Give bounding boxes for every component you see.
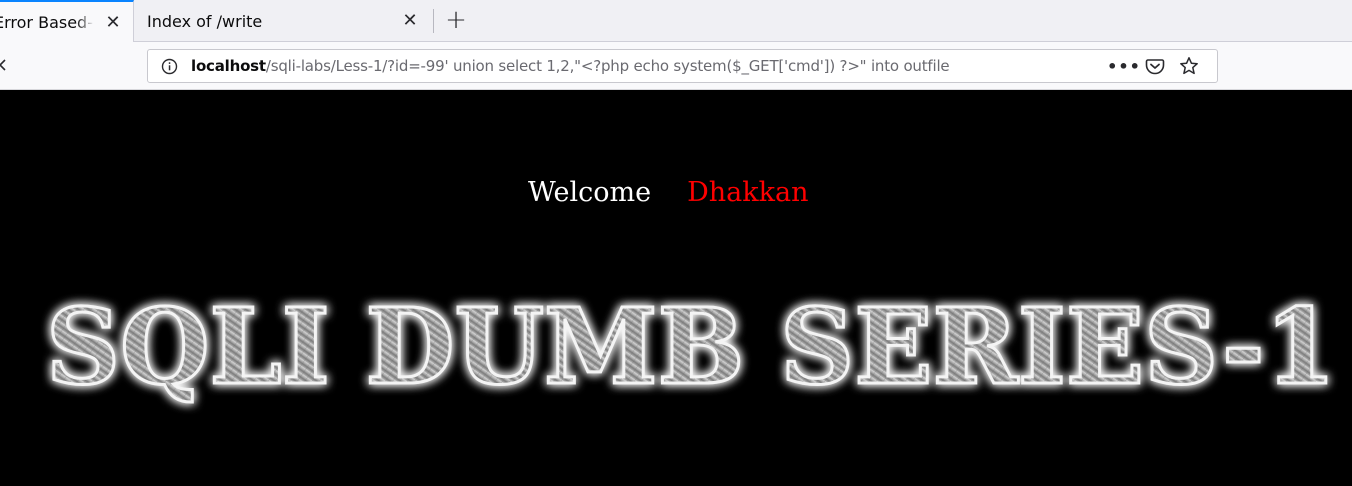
star-icon[interactable] (1177, 54, 1201, 78)
url-text[interactable]: localhost/sqli-labs/Less-1/?id=-99' unio… (191, 50, 1061, 82)
navigation-toolbar: localhost/sqli-labs/Less-1/?id=-99' unio… (0, 42, 1352, 90)
more-actions-icon[interactable]: ••• (1107, 54, 1140, 78)
tab-separator (433, 9, 434, 33)
url-bar[interactable]: localhost/sqli-labs/Less-1/?id=-99' unio… (147, 49, 1218, 83)
tab-label: Error Based- String (0, 12, 94, 32)
tab-error-based[interactable]: Error Based- String ✕ (0, 0, 134, 42)
page-actions: ••• (1107, 54, 1211, 78)
banner-text: SQLI DUMB SERIES-1 (46, 285, 1336, 408)
url-path: /sqli-labs/Less-1/?id=-99' union select … (265, 57, 950, 75)
tab-strip: Error Based- String ✕ Index of /write ✕ … (0, 0, 1352, 42)
tab-label: Index of /write (147, 11, 263, 31)
info-icon[interactable] (160, 57, 179, 76)
close-icon[interactable]: ✕ (399, 9, 421, 31)
username-text: Dhakkan (687, 177, 809, 208)
tab-index-of-write[interactable]: Index of /write ✕ (134, 0, 434, 42)
back-arrow-icon[interactable] (0, 56, 10, 74)
page-content: Welcome Dhakkan SQLI DUMB SERIES-1 (0, 91, 1352, 486)
close-icon[interactable]: ✕ (102, 11, 124, 33)
pocket-icon[interactable] (1143, 54, 1167, 78)
new-tab-button[interactable]: + (442, 5, 470, 35)
url-host: localhost (191, 57, 266, 75)
welcome-text: Welcome (528, 177, 652, 208)
sqli-banner-logo: SQLI DUMB SERIES-1 (30, 271, 1352, 410)
welcome-line: Welcome Dhakkan (528, 177, 808, 208)
